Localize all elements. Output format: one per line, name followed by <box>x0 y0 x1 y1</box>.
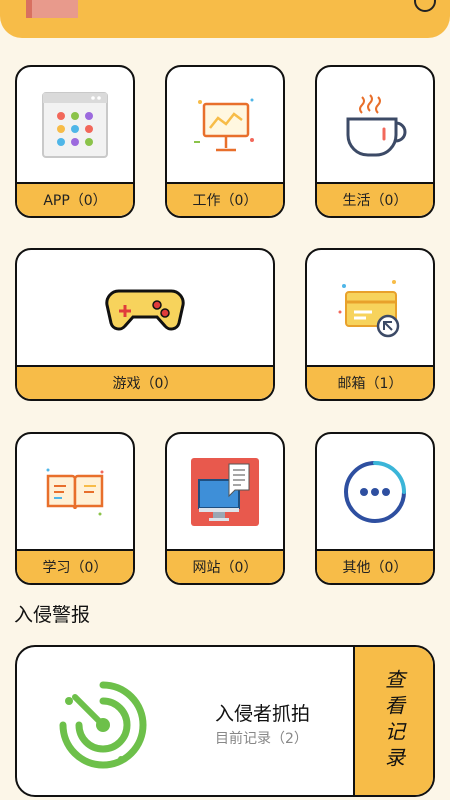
intruder-record-count: 目前记录（2） <box>215 731 308 747</box>
gamepad-icon <box>105 288 185 330</box>
header-circle-button[interactable] <box>414 0 436 12</box>
category-label-study: 学习（0） <box>17 549 133 583</box>
intruder-capture-card[interactable]: 入侵者抓拍 目前记录（2） 查看记录 <box>15 645 435 797</box>
top-header-bar <box>0 0 450 38</box>
more-dots-icon <box>344 460 406 523</box>
app-grid-icon <box>42 91 108 158</box>
category-card-game[interactable]: 游戏（0） <box>15 248 275 401</box>
intruder-title: 入侵者抓拍 <box>215 703 311 725</box>
monitor-web-icon <box>191 457 259 526</box>
category-card-life[interactable]: 生活（0） <box>315 65 435 218</box>
category-label-app: APP（0） <box>17 182 133 216</box>
open-book-icon <box>46 468 104 515</box>
category-card-other[interactable]: 其他（0） <box>315 432 435 585</box>
category-card-study[interactable]: 学习（0） <box>15 432 135 585</box>
view-records-label: 查看记录 <box>381 669 406 773</box>
presentation-board-icon <box>194 98 254 151</box>
category-card-mail[interactable]: 邮箱（1） <box>305 248 435 401</box>
category-card-website[interactable]: 网站（0） <box>165 432 285 585</box>
category-label-life: 生活（0） <box>317 182 433 216</box>
header-logo <box>26 0 78 18</box>
category-label-mail: 邮箱（1） <box>307 365 433 399</box>
view-records-button[interactable]: 查看记录 <box>353 647 433 795</box>
category-label-game: 游戏（0） <box>17 365 273 399</box>
intrusion-section-title: 入侵警报 <box>14 604 91 626</box>
category-card-work[interactable]: 工作（0） <box>165 65 285 218</box>
category-label-work: 工作（0） <box>167 182 283 216</box>
category-label-website: 网站（0） <box>167 549 283 583</box>
radar-icon <box>59 681 147 769</box>
category-label-other: 其他（0） <box>317 549 433 583</box>
mail-card-icon <box>338 279 400 337</box>
category-card-app[interactable]: APP（0） <box>15 65 135 218</box>
coffee-cup-icon <box>346 93 407 156</box>
